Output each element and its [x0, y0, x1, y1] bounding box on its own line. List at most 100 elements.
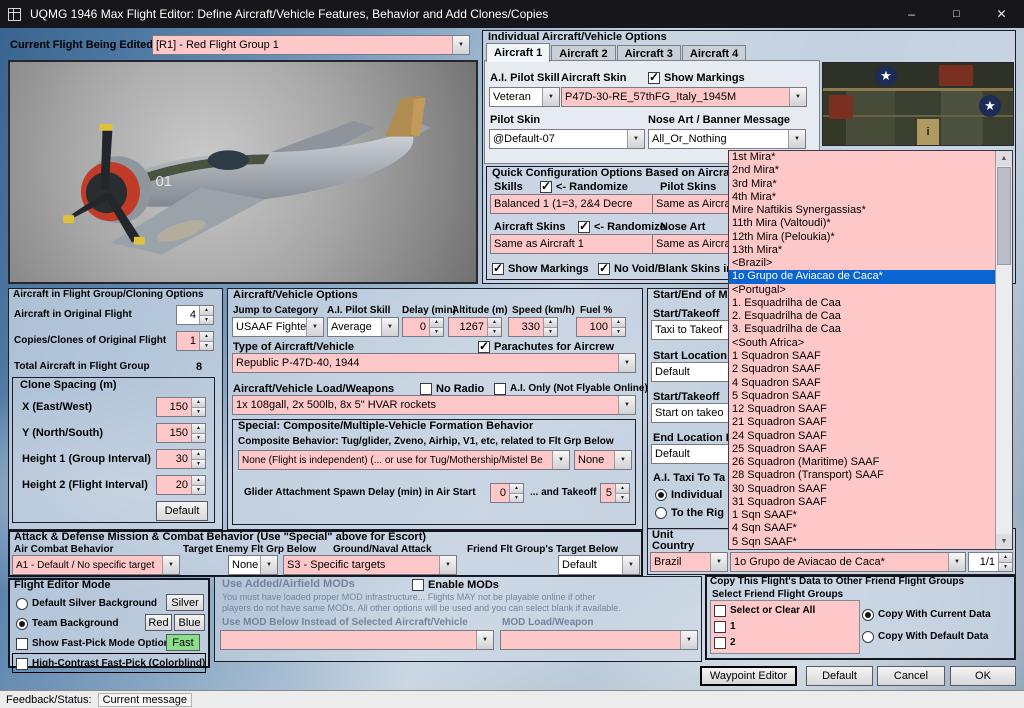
spin-up-icon[interactable]	[200, 306, 213, 316]
unit-counter-spinner[interactable]: 1/1	[968, 552, 1013, 572]
target-enemy-select[interactable]: None	[228, 555, 278, 575]
spinner-arrows[interactable]	[487, 318, 501, 336]
spin-up-icon[interactable]	[999, 553, 1012, 563]
spinner-arrows[interactable]	[191, 398, 205, 416]
delay-spinner[interactable]: 0	[402, 317, 444, 337]
spin-down-icon[interactable]	[616, 493, 629, 502]
unit-dropdown-option[interactable]: Mire Naftikis Synergassias*	[729, 204, 995, 217]
speed-spinner[interactable]: 330	[508, 317, 558, 337]
ok-button[interactable]: OK	[950, 666, 1016, 686]
spinner-arrows[interactable]	[191, 476, 205, 494]
spacing-x-spinner[interactable]: 150	[156, 397, 206, 417]
mod-select[interactable]	[220, 630, 494, 650]
spinner-arrows[interactable]	[191, 424, 205, 442]
maximize-button[interactable]	[934, 0, 979, 28]
spin-down-icon[interactable]	[430, 327, 443, 336]
spin-up-icon[interactable]	[430, 318, 443, 328]
unit-dropdown-option[interactable]: 4 Squadron SAAF	[729, 377, 995, 390]
unit-dropdown-option[interactable]: 2. Esquadrilha de Caa	[729, 310, 995, 323]
waypoint-editor-button[interactable]: Waypoint Editor	[700, 666, 797, 686]
spin-down-icon[interactable]	[544, 327, 557, 336]
enable-mods-checkbox[interactable]: Enable MODs	[412, 577, 499, 592]
altitude-spinner[interactable]: 1267	[448, 317, 502, 337]
spinner-arrows[interactable]	[611, 318, 625, 336]
unit-dropdown-option[interactable]: 4 Sqn SAAF*	[729, 522, 995, 535]
spinner-arrows[interactable]	[509, 484, 523, 502]
aircraft-tab[interactable]: Aircraft 1	[486, 43, 551, 62]
chevron-down-icon[interactable]	[381, 318, 398, 336]
spin-down-icon[interactable]	[192, 407, 205, 416]
takeoff-delay-spinner[interactable]: 5	[600, 483, 630, 503]
ai-pilot-skill-select[interactable]: Veteran	[489, 87, 560, 107]
mod-load-select[interactable]	[500, 630, 698, 650]
spin-up-icon[interactable]	[200, 332, 213, 342]
unit-dropdown-option[interactable]: <Portugal>	[729, 284, 995, 297]
spin-up-icon[interactable]	[488, 318, 501, 328]
unit-dropdown-option[interactable]: 31 Squadron SAAF	[729, 496, 995, 509]
show-markings-config-checkbox[interactable]: Show Markings	[492, 261, 589, 276]
nose-art-select[interactable]: All_Or_Nothing	[648, 129, 806, 149]
spinner-arrows[interactable]	[998, 553, 1012, 571]
scroll-up-icon[interactable]	[996, 151, 1012, 166]
unit-dropdown-option[interactable]: 30 Squadron SAAF	[729, 483, 995, 496]
jump-category-select[interactable]: USAAF Fighter	[232, 317, 324, 337]
composite-target-select[interactable]: None	[574, 450, 632, 470]
unit-dropdown-option[interactable]: 21 Squadron SAAF	[729, 416, 995, 429]
group1-checkbox[interactable]: 1	[714, 619, 736, 634]
randomize-skills-checkbox[interactable]: <- Randomize	[540, 179, 628, 194]
unit-dropdown-option[interactable]: 3rd Mira*	[729, 178, 995, 191]
unit-dropdown-option[interactable]: 2 Squadron SAAF	[729, 363, 995, 376]
spinner-arrows[interactable]	[543, 318, 557, 336]
aircraft-type-select[interactable]: Republic P-47D-40, 1944	[232, 353, 636, 373]
unit-dropdown-option[interactable]: 1st Mira*	[729, 151, 995, 164]
spin-up-icon[interactable]	[192, 450, 205, 460]
spinner-arrows[interactable]	[199, 306, 213, 324]
load-weapons-select[interactable]: 1x 108gall, 2x 500lb, 8x 5" HVAR rockets	[232, 395, 636, 415]
unit-dropdown-option[interactable]: 11th Mira (Valtoudi)*	[729, 217, 995, 230]
chevron-down-icon[interactable]	[618, 396, 635, 414]
spin-down-icon[interactable]	[488, 327, 501, 336]
spin-down-icon[interactable]	[200, 341, 213, 350]
select-all-checkbox[interactable]: Select or Clear All	[714, 603, 815, 618]
chevron-down-icon[interactable]	[618, 354, 635, 372]
show-markings-checkbox[interactable]: Show Markings	[648, 70, 745, 85]
spacing-default-button[interactable]: Default	[156, 501, 208, 521]
chevron-down-icon[interactable]	[260, 556, 277, 574]
spin-up-icon[interactable]	[192, 476, 205, 486]
chevron-down-icon[interactable]	[476, 631, 493, 649]
fast-button[interactable]: Fast	[166, 634, 200, 651]
chevron-down-icon[interactable]	[789, 88, 806, 106]
glider-delay-spinner[interactable]: 0	[490, 483, 524, 503]
unit-dropdown-option[interactable]: 12 Squadron SAAF	[729, 403, 995, 416]
spin-up-icon[interactable]	[612, 318, 625, 328]
chevron-down-icon[interactable]	[452, 36, 469, 54]
pilot-skill-select[interactable]: Average	[327, 317, 399, 337]
no-radio-checkbox[interactable]: No Radio	[420, 381, 484, 396]
height1-spinner[interactable]: 30	[156, 449, 206, 469]
silver-button[interactable]: Silver	[166, 594, 204, 611]
unit-dropdown-option[interactable]: 12th Mira (Peloukia)*	[729, 231, 995, 244]
chevron-down-icon[interactable]	[439, 556, 456, 574]
chevron-down-icon[interactable]	[948, 553, 965, 571]
minimize-button[interactable]	[889, 0, 934, 28]
fastpick-checkbox[interactable]: Show Fast-Pick Mode Options	[16, 636, 175, 651]
spin-down-icon[interactable]	[192, 485, 205, 494]
chevron-down-icon[interactable]	[680, 631, 697, 649]
friend-target-select[interactable]: Default	[558, 555, 640, 575]
scrollbar[interactable]	[995, 151, 1012, 549]
pilot-skin-select[interactable]: @Default-07	[489, 129, 645, 149]
unit-dropdown-option[interactable]: 1 Squadron SAAF	[729, 350, 995, 363]
spinner-arrows[interactable]	[191, 450, 205, 468]
height2-spinner[interactable]: 20	[156, 475, 206, 495]
spin-up-icon[interactable]	[616, 484, 629, 494]
close-button[interactable]	[979, 0, 1024, 28]
unit-dropdown-option[interactable]: <South Africa>	[729, 337, 995, 350]
chevron-down-icon[interactable]	[542, 88, 559, 106]
spin-down-icon[interactable]	[999, 562, 1012, 571]
spin-up-icon[interactable]	[192, 398, 205, 408]
unit-dropdown-option[interactable]: 24 Squadron SAAF	[729, 430, 995, 443]
spin-up-icon[interactable]	[510, 484, 523, 494]
spin-down-icon[interactable]	[510, 493, 523, 502]
spin-up-icon[interactable]	[544, 318, 557, 328]
chevron-down-icon[interactable]	[162, 556, 179, 574]
